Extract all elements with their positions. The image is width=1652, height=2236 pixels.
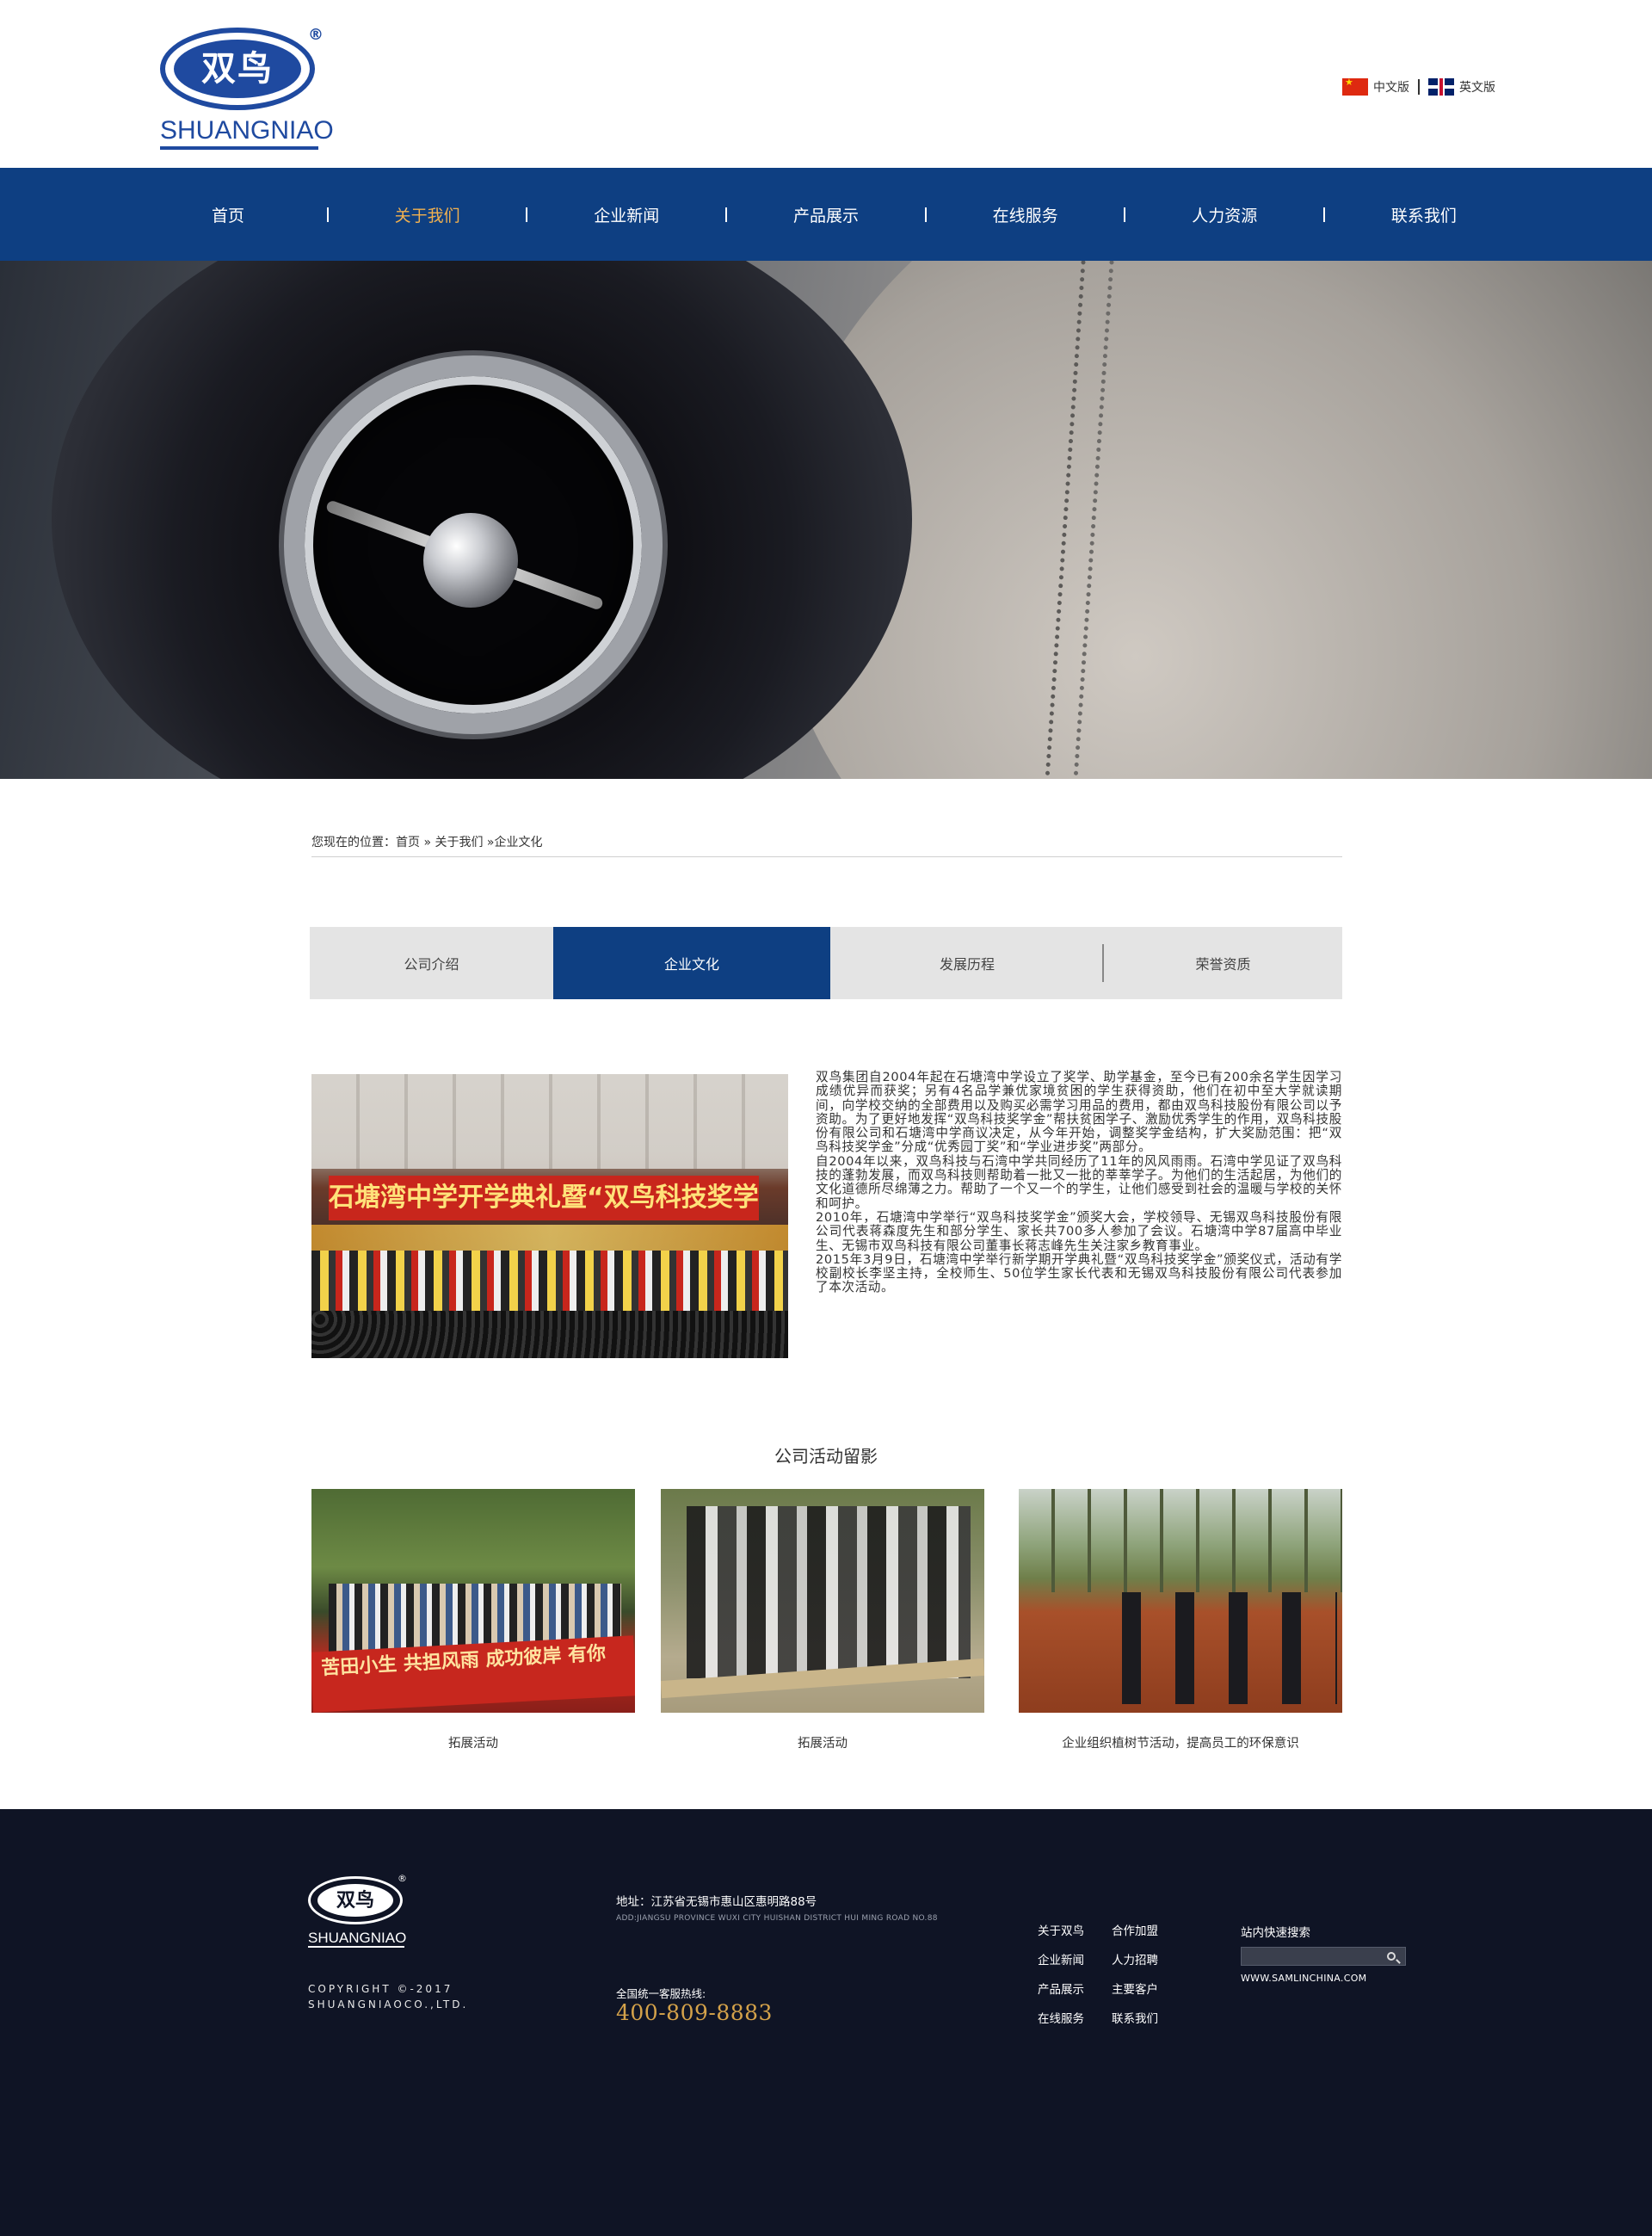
nav-item-news[interactable]: 企业新闻 xyxy=(562,203,691,226)
activity-photo[interactable] xyxy=(1019,1489,1342,1713)
nav-divider xyxy=(326,207,329,222)
nav-divider xyxy=(526,207,528,222)
photo-audience xyxy=(311,1311,788,1358)
tab-label: 发展历程 xyxy=(939,956,995,973)
logo-wordmark: SHUANGNIAO xyxy=(160,117,334,150)
culture-article: 双鸟集团自2004年起在石塘湾中学设立了奖学、助学基金，至今已有200余名学生因… xyxy=(816,1070,1342,1295)
nav-divider xyxy=(725,207,728,222)
article-paragraph: 自2004年以来，双鸟科技与石湾中学共同经历了11年的风风雨雨。石湾中学见证了双… xyxy=(816,1153,1342,1211)
footer-logo-emblem: 双鸟 xyxy=(308,1876,403,1924)
activity-photo[interactable]: 苦田小生 共担风雨 成功彼岸 有你 xyxy=(311,1489,635,1713)
copyright: COPYRIGHT ©-2017 SHUANGNIAOCO.,LTD. xyxy=(308,1981,468,2012)
hero-vent-knob xyxy=(423,513,518,608)
footer-link[interactable]: 主要客户 xyxy=(1112,1980,1180,1997)
hotline-label: 全国统一客服热线: xyxy=(616,1987,706,2000)
activity-photo[interactable] xyxy=(661,1489,984,1713)
nav-item-hr[interactable]: 人力资源 xyxy=(1160,203,1289,226)
footer-link[interactable]: 关于双鸟 xyxy=(1038,1921,1112,1938)
activities-title: 公司活动留影 xyxy=(774,1446,878,1467)
photo-ceiling xyxy=(311,1074,788,1169)
activity-card[interactable]: 拓展活动 xyxy=(661,1489,984,1751)
activity-card[interactable]: 苦田小生 共担风雨 成功彼岸 有你 拓展活动 xyxy=(311,1489,635,1751)
scholarship-ceremony-photo: 石塘湾中学开学典礼暨“双鸟科技奖学金”颁奖仪式 xyxy=(311,1074,788,1358)
registered-mark: ® xyxy=(398,1873,407,1884)
tab-corporate-culture[interactable]: 企业文化 xyxy=(553,927,830,999)
tab-company-intro[interactable]: 公司介绍 xyxy=(310,927,553,999)
activity-card[interactable]: 企业组织植树节活动，提高员工的环保意识 xyxy=(1019,1489,1342,1751)
hero-banner-image xyxy=(0,261,1652,779)
copyright-line: COPYRIGHT ©-2017 xyxy=(308,1983,453,1995)
search-icon xyxy=(1387,1952,1396,1961)
footer-link[interactable]: 企业新闻 xyxy=(1038,1950,1112,1967)
site-search-input[interactable] xyxy=(1242,1948,1379,1965)
lang-divider xyxy=(1418,79,1420,95)
footer-logo-wordmark: SHUANGNIAO xyxy=(308,1930,407,1948)
photo-trees xyxy=(1019,1489,1342,1592)
hotline-number: 400-809-8883 xyxy=(616,2000,773,2025)
lang-english-link[interactable]: 英文版 xyxy=(1459,78,1495,96)
nav-item-home[interactable]: 首页 xyxy=(163,203,293,226)
registered-mark: ® xyxy=(308,26,324,44)
activity-caption: 拓展活动 xyxy=(798,1737,848,1751)
site-search-label: 站内快速搜索 xyxy=(1241,1926,1310,1940)
footer-logo[interactable]: 双鸟 ® SHUANGNIAO xyxy=(308,1873,411,1954)
search-button[interactable] xyxy=(1379,1948,1403,1965)
article-paragraph: 2015年3月9日，石塘湾中学举行新学期开学典礼暨“双鸟科技奖学金”颁奖仪式，活… xyxy=(816,1251,1342,1295)
nav-item-products[interactable]: 产品展示 xyxy=(761,203,891,226)
nav-divider xyxy=(1323,207,1326,222)
footer-link[interactable]: 合作加盟 xyxy=(1112,1921,1180,1938)
tab-label: 公司介绍 xyxy=(404,956,459,973)
logo-emblem: 双鸟 xyxy=(160,28,315,110)
nav-item-about[interactable]: 关于我们 xyxy=(363,203,492,226)
footer-link[interactable]: 联系我们 xyxy=(1112,2009,1180,2026)
site-footer: 双鸟 ® SHUANGNIAO COPYRIGHT ©-2017 SHUANGN… xyxy=(0,1809,1652,2236)
uk-flag-icon[interactable] xyxy=(1428,78,1454,96)
photo-group xyxy=(1088,1592,1337,1704)
company-logo[interactable]: 双鸟 ® SHUANGNIAO xyxy=(160,26,334,150)
footer-address: 地址：江苏省无锡市惠山区惠明路88号 xyxy=(616,1895,817,1909)
tab-label: 企业文化 xyxy=(663,956,719,973)
site-header: 双鸟 ® SHUANGNIAO 中文版 英文版 xyxy=(0,0,1652,168)
footer-address-en: ADD:JIANGSU PROVINCE WUXI CITY HUISHAN D… xyxy=(616,1914,938,1923)
breadcrumb: 您现在的位置：首页 » 关于我们 »企业文化 xyxy=(311,833,1342,857)
main-nav-inner: 首页 关于我们 企业新闻 产品展示 在线服务 人力资源 联系我们 xyxy=(155,168,1497,261)
photo-people xyxy=(311,1251,788,1311)
lang-chinese-link[interactable]: 中文版 xyxy=(1373,78,1409,96)
activity-caption: 拓展活动 xyxy=(448,1737,498,1751)
article-paragraph: 双鸟集团自2004年起在石塘湾中学设立了奖学、助学基金，至今已有200余名学生因… xyxy=(816,1070,1342,1155)
china-flag-icon[interactable] xyxy=(1342,78,1368,96)
site-search-box xyxy=(1241,1947,1406,1966)
copyright-line: SHUANGNIAOCO.,LTD. xyxy=(308,1998,469,2011)
photo-group xyxy=(687,1506,971,1678)
activity-caption: 企业组织植树节活动，提高员工的环保意识 xyxy=(1062,1737,1299,1751)
photo-banner: 石塘湾中学开学典礼暨“双鸟科技奖学金”颁奖仪式 xyxy=(329,1176,759,1220)
nav-divider xyxy=(1124,207,1126,222)
footer-links: 关于双鸟 合作加盟 企业新闻 人力招聘 产品展示 主要客户 在线服务 联系我们 xyxy=(1038,1921,1180,2026)
tab-label: 荣誉资质 xyxy=(1195,956,1251,973)
tab-honors[interactable]: 荣誉资质 xyxy=(1104,927,1342,999)
footer-link[interactable]: 产品展示 xyxy=(1038,1980,1112,1997)
nav-item-contact[interactable]: 联系我们 xyxy=(1359,203,1489,226)
nav-item-service[interactable]: 在线服务 xyxy=(961,203,1090,226)
footer-logo-emblem-text: 双鸟 xyxy=(317,1884,393,1917)
footer-link[interactable]: 在线服务 xyxy=(1038,2009,1112,2026)
website-url[interactable]: WWW.SAMLINCHINA.COM xyxy=(1241,1973,1366,1984)
article-paragraph: 2010年，石塘湾中学举行“双鸟科技奖学金”颁奖大会，学校领导、无锡双鸟科技股份… xyxy=(816,1209,1342,1253)
tab-history[interactable]: 发展历程 xyxy=(830,927,1104,999)
main-nav: 首页 关于我们 企业新闻 产品展示 在线服务 人力资源 联系我们 xyxy=(0,168,1652,261)
section-tabs: 公司介绍 企业文化 发展历程 荣誉资质 xyxy=(310,927,1342,999)
nav-divider xyxy=(924,207,927,222)
language-switcher: 中文版 英文版 xyxy=(1342,78,1495,96)
footer-link[interactable]: 人力招聘 xyxy=(1112,1950,1180,1967)
logo-emblem-text: 双鸟 xyxy=(174,40,301,98)
